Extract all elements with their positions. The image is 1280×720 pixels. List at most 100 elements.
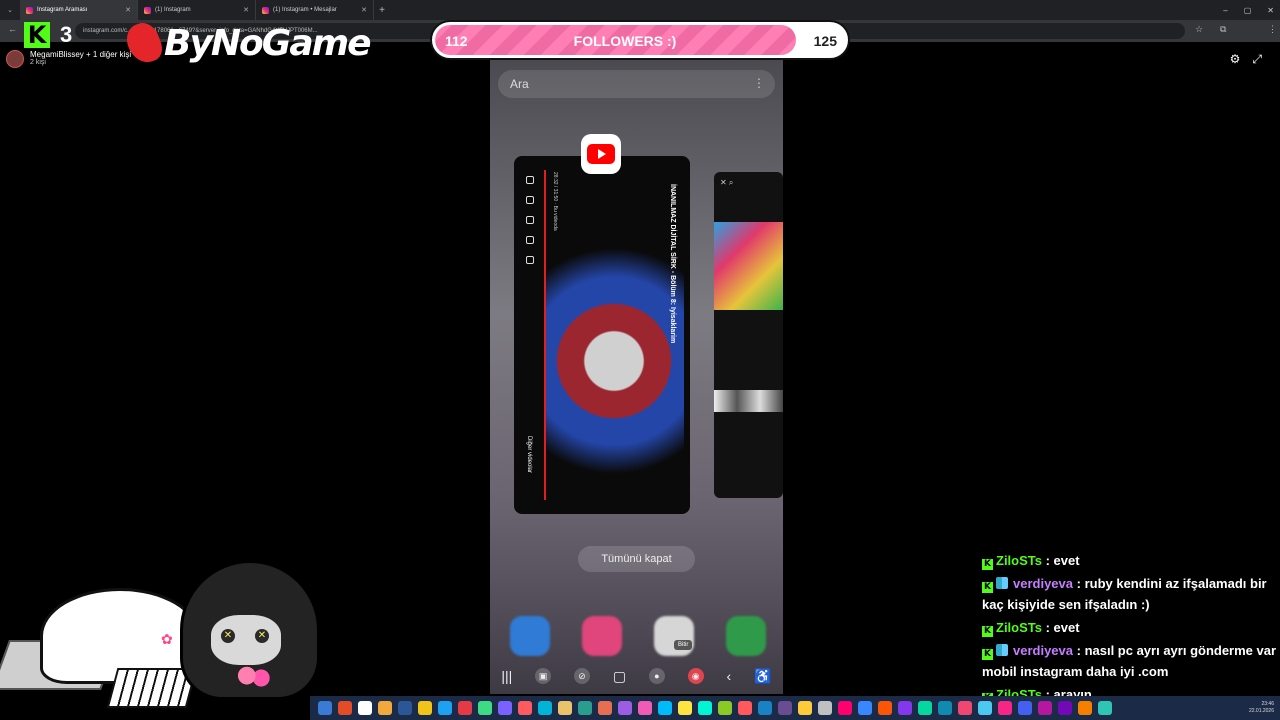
chat-username[interactable]: ZiloSTs <box>996 620 1042 635</box>
app-icon[interactable] <box>510 616 550 656</box>
mic-icon[interactable]: ● <box>648 668 665 684</box>
taskbar-app-icon[interactable] <box>678 701 692 715</box>
taskbar-app-icon[interactable] <box>1038 701 1052 715</box>
avatar <box>6 50 24 68</box>
taskbar-app-icon[interactable] <box>758 701 772 715</box>
kick-badge-icon: K <box>982 626 993 637</box>
instagram-app-card[interactable]: ✕ ⌕ <box>714 172 783 498</box>
tab-label: (1) Instagram • Mesajlar <box>273 7 337 13</box>
youtube-app-card[interactable]: İNANILMAZ DİJİTAL SİRK - Bölüm 8: Iyisak… <box>514 156 690 514</box>
bookmark-star-icon[interactable]: ☆ <box>1195 24 1203 35</box>
subscriber-badge-icon <box>996 644 1008 656</box>
share-icon[interactable] <box>526 236 534 244</box>
taskbar-app-icon[interactable] <box>1018 701 1032 715</box>
taskbar-app-icon[interactable] <box>778 701 792 715</box>
close-tab-icon[interactable]: ✕ <box>361 6 367 14</box>
accessibility-icon[interactable]: ♿ <box>754 668 771 685</box>
taskbar-app-icon[interactable] <box>358 701 372 715</box>
taskbar-app-icon[interactable] <box>918 701 932 715</box>
end-tooltip: Bitir <box>674 640 693 650</box>
feed-image <box>714 390 783 412</box>
taskbar-app-icon[interactable] <box>338 701 352 715</box>
chat-username[interactable]: ZiloSTs <box>996 553 1042 568</box>
close-tab-icon[interactable]: ✕ <box>125 6 131 14</box>
tab-instagram-messages[interactable]: (1) Instagram • Mesajlar ✕ <box>256 0 374 20</box>
chat-username[interactable]: verdiyeva <box>1013 643 1073 658</box>
taskbar-app-icon[interactable] <box>998 701 1012 715</box>
close-search-icon[interactable]: ✕ ⌕ <box>720 178 733 188</box>
kick-logo: K <box>24 22 50 48</box>
recents-nav-icon[interactable]: ||| <box>501 668 512 684</box>
save-icon[interactable] <box>526 256 534 264</box>
viewer-count: 2 kişi <box>30 59 46 66</box>
taskbar-app-icon[interactable] <box>698 701 712 715</box>
maximize-icon[interactable]: ▢ <box>1244 6 1252 15</box>
comment-icon[interactable] <box>526 216 534 224</box>
taskbar-app-icon[interactable] <box>1098 701 1112 715</box>
taskbar-app-icon[interactable] <box>958 701 972 715</box>
taskbar-app-icon[interactable] <box>438 701 452 715</box>
taskbar-app-icon[interactable] <box>1058 701 1072 715</box>
taskbar-app-icon[interactable] <box>478 701 492 715</box>
taskbar-app-icon[interactable] <box>798 701 812 715</box>
taskbar-app-icon[interactable] <box>938 701 952 715</box>
screenshot-tool-icon[interactable]: ▣ <box>535 668 552 684</box>
back-nav-icon[interactable]: ‹ <box>727 668 732 684</box>
taskbar-app-icon[interactable] <box>598 701 612 715</box>
dislike-icon[interactable] <box>526 196 534 204</box>
windows-taskbar: 23:46 22.01.2026 <box>310 696 1280 720</box>
chat-username[interactable]: verdiyeva <box>1013 576 1073 591</box>
instagram-icon <box>26 6 33 14</box>
taskbar-app-icon[interactable] <box>618 701 632 715</box>
browser-menu-icon[interactable]: ⋮ <box>1268 24 1277 35</box>
taskbar-app-icon[interactable] <box>838 701 852 715</box>
taskbar-app-icon[interactable] <box>638 701 652 715</box>
like-icon[interactable] <box>526 176 534 184</box>
home-nav-icon[interactable]: ▢ <box>613 668 626 685</box>
taskbar-app-icon[interactable] <box>498 701 512 715</box>
taskbar-app-icon[interactable] <box>378 701 392 715</box>
taskbar-app-icon[interactable] <box>718 701 732 715</box>
tab-instagram[interactable]: (1) Instagram ✕ <box>138 0 256 20</box>
camera-off-icon[interactable]: ⊘ <box>573 668 590 684</box>
expand-icon[interactable]: ⤢ <box>1252 52 1262 67</box>
tab-instagram-search[interactable]: Instagram Araması ✕ <box>20 0 138 20</box>
close-all-button[interactable]: Tümünü kapat <box>578 546 695 572</box>
taskbar-app-icon[interactable] <box>578 701 592 715</box>
taskbar-app-icon[interactable] <box>558 701 572 715</box>
clock-time: 23:46 <box>1261 701 1274 707</box>
taskbar-app-icon[interactable] <box>1078 701 1092 715</box>
sponsor-logo: ByNoGame <box>122 18 372 68</box>
video-title: İNANILMAZ DİJİTAL SİRK - Bölüm 8: Iyisak… <box>669 184 676 344</box>
taskbar-app-icon[interactable] <box>538 701 552 715</box>
taskbar-app-icon[interactable] <box>858 701 872 715</box>
app-icon[interactable] <box>582 616 622 656</box>
app-icon[interactable] <box>726 616 766 656</box>
taskbar-app-icon[interactable] <box>898 701 912 715</box>
minimize-icon[interactable]: – <box>1223 6 1227 15</box>
taskbar-app-icon[interactable] <box>878 701 892 715</box>
close-window-icon[interactable]: ✕ <box>1267 6 1274 15</box>
gear-icon[interactable]: ⚙ <box>1230 52 1241 67</box>
taskbar-app-icon[interactable] <box>398 701 412 715</box>
recent-apps-search[interactable]: Ara ⋮ <box>498 70 775 98</box>
taskbar-app-icon[interactable] <box>418 701 432 715</box>
tab-label: Instagram Araması <box>37 7 88 13</box>
taskbar-app-icon[interactable] <box>658 701 672 715</box>
followers-goal-bar: 112 FOLLOWERS :) 125 <box>430 20 850 60</box>
more-options-icon[interactable]: ⋮ <box>753 76 765 90</box>
taskbar-app-icon[interactable] <box>518 701 532 715</box>
close-tab-icon[interactable]: ✕ <box>243 6 249 14</box>
back-icon[interactable]: ← <box>8 24 17 34</box>
taskbar-app-icon[interactable] <box>978 701 992 715</box>
new-tab-icon[interactable]: + <box>374 5 390 16</box>
tab-menu-icon[interactable]: ⌄ <box>0 6 20 14</box>
taskbar-app-icon[interactable] <box>458 701 472 715</box>
taskbar-app-icon[interactable] <box>738 701 752 715</box>
taskbar-app-icon[interactable] <box>318 701 332 715</box>
kick-count: 3 <box>60 22 73 47</box>
end-record-icon[interactable]: ◉ <box>687 668 704 684</box>
extensions-icon[interactable]: ⧉ <box>1220 24 1226 35</box>
app-icon[interactable] <box>654 616 694 656</box>
taskbar-app-icon[interactable] <box>818 701 832 715</box>
